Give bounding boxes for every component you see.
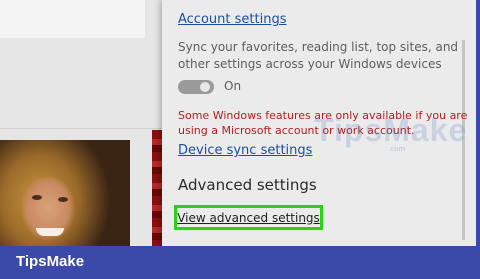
photo-detail — [58, 197, 68, 202]
sync-description: Sync your favorites, reading list, top s… — [178, 40, 459, 71]
sync-toggle[interactable] — [178, 80, 214, 94]
sync-toggle-label: On — [224, 79, 242, 93]
advanced-settings-heading: Advanced settings — [178, 176, 317, 194]
toggle-knob — [200, 82, 210, 92]
brand-bar: TipsMake — [0, 246, 480, 279]
view-advanced-settings-button[interactable]: View advanced settings — [174, 205, 323, 230]
view-advanced-settings-label: View advanced settings — [177, 210, 320, 225]
screen: Account settings Sync your favorites, re… — [0, 0, 480, 246]
frame-border — [476, 0, 480, 246]
browser-header-box — [0, 0, 145, 38]
photo-detail — [36, 228, 64, 236]
watermark: TipsMake — [314, 112, 468, 148]
divider — [0, 128, 162, 129]
device-sync-settings-link[interactable]: Device sync settings — [178, 143, 312, 158]
settings-panel: Account settings Sync your favorites, re… — [162, 0, 480, 246]
brand-logo-text: TipsMake — [16, 253, 85, 270]
watermark-suffix: .com — [388, 145, 406, 153]
account-settings-link[interactable]: Account settings — [178, 12, 286, 27]
thumbnail-photo[interactable] — [0, 140, 130, 246]
photo-detail — [32, 195, 42, 200]
browser-content-area — [0, 0, 164, 246]
